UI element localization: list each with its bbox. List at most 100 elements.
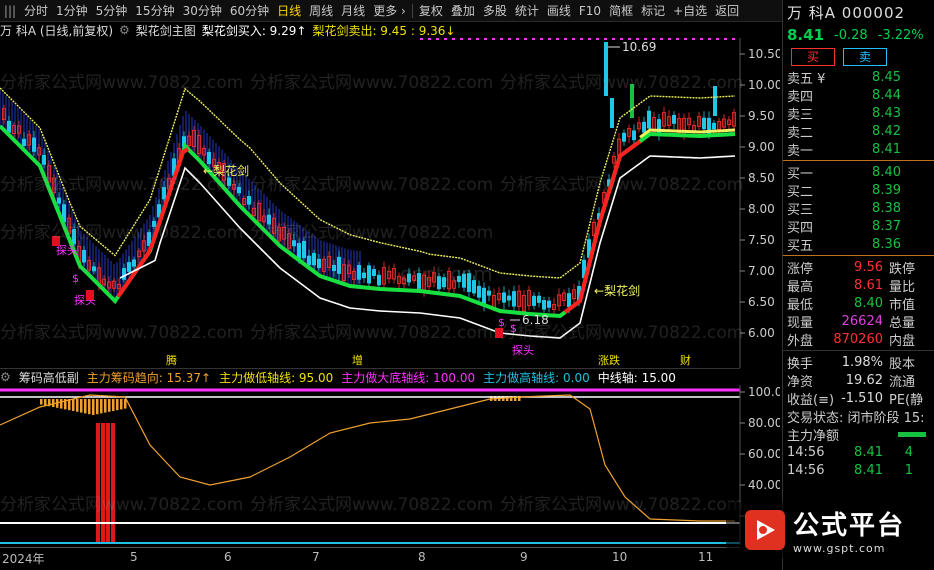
probe-marker-3 — [495, 328, 503, 338]
bid-levels: 买一 8.40 买二 8.39 买三 8.38 买四 8.37 买五 8.36 — [783, 163, 934, 254]
trade-buttons: 买 卖 — [783, 46, 934, 68]
axis-tick-label: 60.00 — [748, 447, 780, 461]
indicator-settings-icon[interactable]: ⚙ — [0, 370, 11, 384]
tab-fenshi[interactable]: 分时 — [20, 0, 52, 22]
indicator-name[interactable]: 梨花剑主图 — [136, 22, 196, 38]
tab-1min[interactable]: 1分钟 — [52, 0, 92, 22]
ask-label: 卖三 — [787, 107, 814, 123]
simple-frame-button[interactable]: 简框 — [605, 0, 637, 22]
stock-title: 万 科A 000002 — [787, 3, 906, 22]
sub-indicator-name[interactable]: 筹码高低副 — [19, 369, 79, 385]
stat2-value: 1.98% — [841, 354, 883, 370]
axis-tick-label: 8.00 — [748, 202, 775, 216]
statistics-button[interactable]: 统计 — [511, 0, 543, 22]
stat-extra: 量比 — [889, 279, 916, 295]
stat2-extra: 股本 — [889, 356, 916, 372]
logo-title: 公式平台 — [792, 511, 905, 541]
mark-button[interactable]: 标记 — [637, 0, 669, 22]
chip-trend-line — [0, 394, 735, 522]
tab-15min[interactable]: 15分钟 — [131, 0, 178, 22]
chart-info-bar: 万 科A (日线,前复权) ⚙ 梨花剑主图 梨花剑买入: 9.29↑ 梨花剑卖出… — [0, 22, 740, 38]
dollar-mark-1: $ — [72, 272, 79, 285]
tab-daily[interactable]: 日线 — [273, 0, 305, 22]
tab-monthly[interactable]: 月线 — [337, 0, 369, 22]
bid-label: 买四 — [787, 220, 814, 236]
stat-row: 外盘 870260 内盘 — [783, 330, 934, 349]
stat2-label: 收益(≡) — [787, 392, 835, 408]
axis-tick-label: 7.50 — [748, 233, 775, 247]
trade-state: 交易状态: 闭市阶段 15: — [787, 410, 925, 426]
draw-line-button[interactable]: 画线 — [543, 0, 575, 22]
sell-signal-value: 梨花剑卖出: 9.45 : 9.36↓ — [312, 23, 456, 38]
price-change: -0.28 — [834, 27, 868, 43]
stats2-divider — [783, 350, 934, 351]
tab-more[interactable]: 更多 › — [369, 0, 410, 22]
tab-weekly[interactable]: 周线 — [305, 0, 337, 22]
tick-row: 14:56 8.41 1 — [783, 461, 934, 479]
watchlist-button[interactable]: +自选 — [669, 0, 711, 22]
probe-marker-1 — [52, 236, 60, 246]
tab-60min[interactable]: 60分钟 — [226, 0, 273, 22]
axis-tick-label: 7.00 — [748, 264, 775, 278]
sword-label-2: ←梨花剑 — [594, 283, 640, 298]
ask-value: 8.43 — [872, 105, 901, 121]
stats-block: 涨停 9.56 跌停 最高 8.61 量比 最低 8.40 市值 现量 26624 总量 外盘 87026… — [783, 258, 934, 349]
bid-value: 8.36 — [872, 236, 901, 252]
tab-5min[interactable]: 5分钟 — [92, 0, 132, 22]
multi-stock-button[interactable]: 多股 — [479, 0, 511, 22]
ask-label: 卖四 — [787, 89, 814, 105]
axis-tick-label: 6.50 — [748, 295, 775, 309]
tick-row: 14:56 8.41 4 — [783, 443, 934, 461]
stat-row: 最高 8.61 量比 — [783, 276, 934, 295]
tick-t: 14:56 — [787, 462, 825, 478]
x-label-9: 9 — [520, 550, 528, 564]
back-button[interactable]: 返回 — [711, 0, 743, 22]
bid-row: 买二 8.39 — [783, 181, 934, 200]
indicator-chart[interactable]: 100.080.0060.0040.0020.00 — [0, 385, 780, 545]
bid-value: 8.38 — [872, 200, 901, 216]
event-zeng: 增 — [352, 353, 363, 367]
price-chart[interactable]: 10.50 10.00 9.50 9.00 8.50 8.00 7.50 7.00 6.50 6.… — [0, 38, 780, 368]
restore-rights-button[interactable]: 复权 — [415, 0, 447, 22]
stat-label: 最高 — [787, 279, 814, 295]
low-label: 6.18 — [522, 313, 549, 327]
bottom-axis-value: 主力做大底轴线: 100.00 — [341, 370, 476, 385]
bid-value: 8.40 — [872, 164, 901, 180]
bid-row: 买五 8.36 — [783, 235, 934, 254]
buy-button[interactable]: 买 — [791, 48, 835, 66]
axis-tick-label: 100.0 — [748, 385, 780, 399]
tab-30min[interactable]: 30分钟 — [179, 0, 226, 22]
flow-bar — [898, 431, 926, 437]
settings-icon[interactable]: ⚙ — [119, 23, 130, 37]
indicator-bars — [40, 396, 521, 543]
ask-row: 卖一 8.41 — [783, 140, 934, 159]
ask-value: 8.41 — [872, 141, 901, 157]
site-logo: 公式平台 www.gspt.com — [726, 502, 924, 558]
logo-mark-icon — [744, 510, 785, 550]
x-label-11: 11 — [698, 550, 714, 564]
x-label-7: 7 — [312, 550, 320, 564]
event-zhangdie: 涨跌 — [598, 353, 620, 367]
stats-block-2: 换手 1.98% 股本 净资 19.62 流通 收益(≡) -1.510 PE(静 — [783, 353, 934, 408]
f10-button[interactable]: F10 — [575, 0, 605, 22]
axis-tick-label: 6.00 — [748, 326, 775, 340]
overlay-button[interactable]: 叠加 — [447, 0, 479, 22]
bars-icon[interactable]: ||| — [0, 0, 20, 22]
flow-label: 主力净额 — [787, 428, 840, 444]
logo-url: www.gspt.com — [792, 542, 886, 555]
stat2-extra: PE(静 — [889, 392, 924, 408]
stat-extra: 市值 — [889, 297, 916, 313]
x-label-6: 6 — [224, 550, 232, 564]
price-row: 8.41 -0.28 -3.22% — [783, 24, 934, 46]
stat2-extra: 流通 — [889, 374, 916, 390]
ask-label: 卖一 — [787, 143, 814, 159]
ask-row: 卖四 8.44 — [783, 86, 934, 105]
ask-row: 卖二 8.42 — [783, 122, 934, 141]
dollar-mark-2: $ — [498, 316, 505, 329]
probe-marker-2 — [86, 290, 94, 300]
buy-signal-value: 梨花剑买入: 9.29↑ — [201, 23, 307, 38]
sell-button[interactable]: 卖 — [843, 48, 887, 66]
price-axis: 10.50 10.00 9.50 9.00 8.50 8.00 7.50 7.00 6.50 6.… — [740, 47, 780, 340]
axis-tick-label: 9.00 — [748, 140, 775, 154]
watchlist-label: 自选 — [683, 3, 708, 18]
